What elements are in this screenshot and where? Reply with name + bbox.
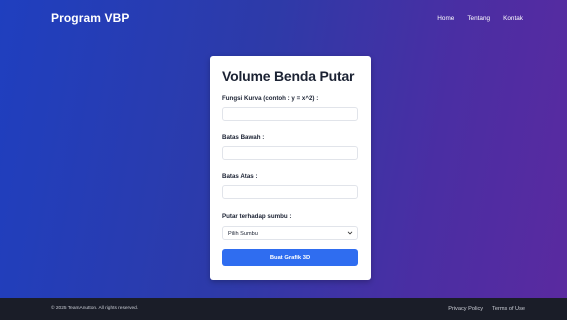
nav-home[interactable]: Home — [437, 15, 454, 22]
function-label: Fungsi Kurva (contoh : y = x^2) : — [222, 95, 319, 102]
upper-bound-input[interactable] — [222, 185, 358, 199]
privacy-policy-link[interactable]: Privacy Policy — [448, 306, 483, 312]
upper-bound-label: Batas Atas : — [222, 173, 258, 180]
lower-bound-label: Batas Bawah : — [222, 134, 265, 141]
nav-tentang[interactable]: Tentang — [467, 15, 490, 22]
footer-copyright: © 2025 TeamAnutton. All rights reserved. — [51, 306, 139, 311]
form-title: Volume Benda Putar — [222, 68, 355, 84]
brand-title[interactable]: Program VBP — [51, 11, 129, 25]
function-input[interactable] — [222, 107, 358, 121]
footer-links: Privacy Policy Terms of Use — [448, 306, 525, 312]
terms-of-use-link[interactable]: Terms of Use — [492, 306, 525, 312]
footer: © 2025 TeamAnutton. All rights reserved.… — [0, 298, 567, 320]
nav-kontak[interactable]: Kontak — [503, 15, 523, 22]
create-3d-graph-button[interactable]: Buat Grafik 3D — [222, 249, 358, 266]
form-card: Volume Benda Putar Fungsi Kurva (contoh … — [210, 56, 371, 280]
axis-label: Putar terhadap sumbu : — [222, 213, 292, 220]
top-nav: Home Tentang Kontak — [437, 15, 523, 22]
axis-select[interactable]: Pilih Sumbu — [222, 226, 358, 240]
chevron-down-icon — [347, 231, 353, 235]
axis-select-value: Pilih Sumbu — [228, 230, 258, 237]
lower-bound-input[interactable] — [222, 146, 358, 160]
